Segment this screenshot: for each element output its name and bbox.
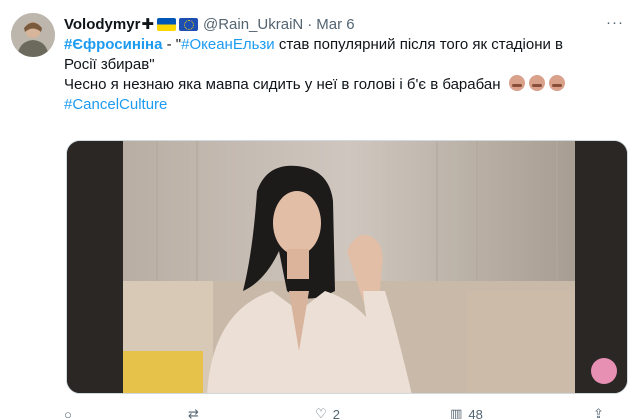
reply-icon: ○ [64,406,72,419]
media-photo [67,141,627,393]
plus-sign: ✚ [141,16,154,33]
tweet-content: Volodymyr ✚ @Rain_UkraiN · Mar 6 #Єфроси… [64,14,630,115]
hashtag-link[interactable]: #CancelCulture [64,96,167,113]
views-count: 48 [468,406,483,419]
share-button[interactable]: ⇪ [593,404,604,419]
text-line-3: Чесно я незнаю яка мавпа сидить у неї в … [64,75,630,95]
text-line-4: #CancelCulture [64,95,630,115]
eu-flag-icon [178,17,198,31]
separator-dot: · [307,15,313,33]
text-fragment: - " [162,36,182,53]
share-icon: ⇪ [593,406,604,419]
tweet[interactable]: Volodymyr ✚ @Rain_UkraiN · Mar 6 #Єфроси… [0,0,640,419]
like-button[interactable]: ♡ 2 [315,404,340,419]
tweet-date[interactable]: Mar 6 [316,16,354,33]
ukraine-flag-icon [156,17,176,31]
tweet-header: Volodymyr ✚ @Rain_UkraiN · Mar 6 [64,14,630,34]
views-button[interactable]: ▥ 48 [450,404,483,419]
avatar[interactable] [11,13,55,57]
tweet-actions: ○ ⇄ ♡ 2 ▥ 48 ⇪ [64,404,604,419]
views-icon: ▥ [450,406,463,419]
tweet-media-image[interactable] [66,140,628,394]
see-no-evil-monkey-icon [548,75,565,91]
heart-icon: ♡ [315,406,327,419]
text-line-1: #Єфросиніна - "#ОкеанЕльзи став популярн… [64,35,630,55]
retweet-button[interactable]: ⇄ [188,404,205,419]
more-options-icon[interactable]: ··· [606,14,640,31]
avatar-image [11,13,55,57]
user-handle[interactable]: @Rain_UkraiN [203,16,303,33]
see-no-evil-monkey-icon [508,75,525,91]
hashtag-link[interactable]: #Єфросиніна [64,36,162,53]
text-fragment: Чесно я незнаю яка мавпа сидить у неї в … [64,76,501,93]
retweet-icon: ⇄ [188,406,199,419]
hashtag-link[interactable]: #ОкеанЕльзи [181,36,275,53]
like-count: 2 [332,406,340,419]
display-name[interactable]: Volodymyr [64,16,140,33]
reply-button[interactable]: ○ [64,404,78,419]
text-line-2: Росії збирав" [64,56,155,73]
tweet-text: #Єфросиніна - "#ОкеанЕльзи став популярн… [64,35,630,115]
text-fragment: став популярний після того як стадіони в [274,36,564,53]
see-no-evil-monkey-icon [528,75,545,91]
